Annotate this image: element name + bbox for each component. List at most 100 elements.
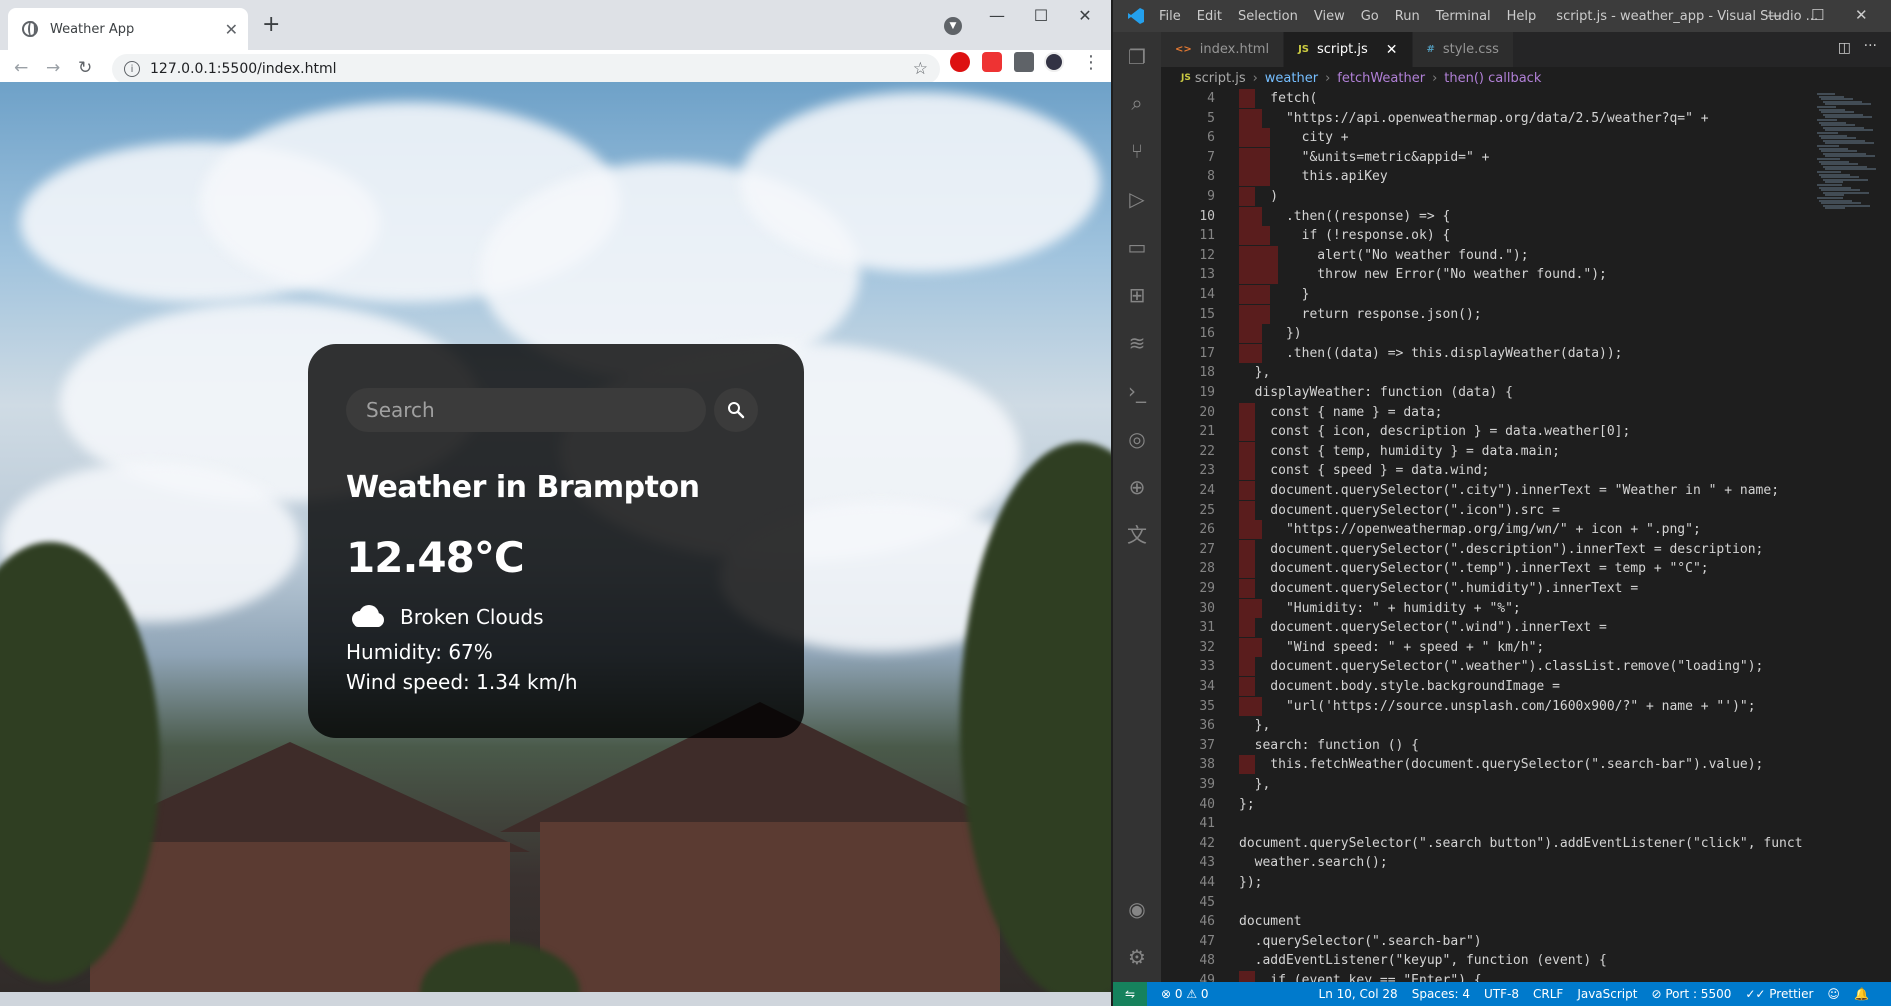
code-line[interactable]: 29 document.querySelector(".humidity").i…	[1161, 579, 1841, 598]
code-editor[interactable]: 4 fetch(5 "https://api.openweathermap.or…	[1161, 89, 1891, 982]
breadcrumb-item[interactable]: script.js	[1195, 71, 1246, 86]
code-line[interactable]: 39 },	[1161, 775, 1841, 794]
tab-style-css[interactable]: # style.css	[1412, 32, 1514, 67]
code-line[interactable]: 25 document.querySelector(".icon").src =	[1161, 500, 1841, 520]
code-line[interactable]: 44});	[1161, 873, 1841, 892]
encoding[interactable]: UTF-8	[1484, 987, 1519, 1001]
menu-terminal[interactable]: Terminal	[1436, 9, 1491, 24]
docker-icon[interactable]: ≋	[1126, 332, 1148, 354]
split-editor-icon[interactable]: ◫	[1838, 40, 1851, 56]
code-line[interactable]: 19 displayWeather: function (data) {	[1161, 383, 1841, 402]
more-actions-icon[interactable]: ···	[1864, 38, 1877, 54]
indentation[interactable]: Spaces: 4	[1412, 987, 1470, 1001]
code-line[interactable]: 13 throw new Error("No weather found.");	[1161, 265, 1841, 285]
code-line[interactable]: 34 document.body.style.backgroundImage =	[1161, 677, 1841, 696]
code-line[interactable]: 49 if (event.key == "Enter") {	[1161, 971, 1841, 982]
code-line[interactable]: 10 .then((response) => {	[1161, 206, 1841, 226]
account-icon[interactable]: ◉	[1126, 898, 1148, 920]
code-line[interactable]: 43 weather.search();	[1161, 853, 1841, 872]
code-line[interactable]: 6 city +	[1161, 128, 1841, 148]
breadcrumb-item[interactable]: fetchWeather	[1337, 71, 1425, 86]
code-line[interactable]: 45	[1161, 893, 1841, 912]
vscode-minimize-button[interactable]: —	[1767, 6, 1782, 24]
code-line[interactable]: 18 },	[1161, 363, 1841, 382]
explorer-icon[interactable]: ❐	[1126, 46, 1148, 68]
close-tab-icon[interactable]: ✕	[1386, 42, 1398, 58]
vscode-maximize-button[interactable]: ☐	[1811, 6, 1824, 24]
problems-indicator[interactable]: ⊗ 0 ⚠ 0	[1161, 987, 1209, 1001]
browser-menu-icon[interactable]: ⋮	[1082, 52, 1100, 73]
code-line[interactable]: 12 alert("No weather found.");	[1161, 245, 1841, 265]
menu-run[interactable]: Run	[1395, 9, 1420, 24]
code-line[interactable]: 23 const { speed } = data.wind;	[1161, 461, 1841, 481]
minimap[interactable]	[1811, 89, 1891, 289]
live-server-port[interactable]: ⊘ Port : 5500	[1651, 987, 1731, 1001]
remote-explorer-icon[interactable]: ▭	[1126, 236, 1148, 258]
remote-indicator-icon[interactable]: ⇋	[1113, 982, 1147, 1006]
vscode-close-button[interactable]: ✕	[1855, 6, 1868, 24]
tab-search-icon[interactable]: ▼	[944, 17, 962, 35]
code-line[interactable]: 4 fetch(	[1161, 89, 1841, 108]
code-line[interactable]: 41	[1161, 814, 1841, 833]
breadcrumb-item[interactable]: weather	[1265, 71, 1318, 86]
code-line[interactable]: 16 })	[1161, 324, 1841, 344]
code-line[interactable]: 32 "Wind speed: " + speed + " km/h";	[1161, 637, 1841, 657]
code-line[interactable]: 14 }	[1161, 285, 1841, 304]
search-input[interactable]	[346, 388, 706, 432]
puzzle-extensions-icon[interactable]	[1014, 52, 1034, 72]
code-line[interactable]: 26 "https://openweathermap.org/img/wn/" …	[1161, 520, 1841, 540]
menu-file[interactable]: File	[1159, 9, 1181, 24]
git-graph-icon[interactable]: ◎	[1126, 428, 1148, 450]
prettier-status[interactable]: ✓✓ Prettier	[1745, 987, 1813, 1001]
menu-edit[interactable]: Edit	[1197, 9, 1222, 24]
back-icon[interactable]: ←	[14, 58, 28, 78]
code-line[interactable]: 21 const { icon, description } = data.we…	[1161, 422, 1841, 442]
browser-tab-weather-app[interactable]: Weather App ✕	[8, 8, 248, 50]
code-line[interactable]: 35 "url('https://source.unsplash.com/160…	[1161, 696, 1841, 716]
code-line[interactable]: 30 "Humidity: " + humidity + "%";	[1161, 598, 1841, 618]
source-control-icon[interactable]: ⑂	[1126, 140, 1148, 162]
translate-icon[interactable]: 文	[1126, 524, 1148, 546]
breadcrumb-item[interactable]: then() callback	[1444, 71, 1541, 86]
code-line[interactable]: 7 "&units=metric&appid=" +	[1161, 147, 1841, 167]
close-tab-icon[interactable]: ✕	[225, 20, 238, 39]
menu-help[interactable]: Help	[1507, 9, 1537, 24]
code-line[interactable]: 46 document	[1161, 912, 1841, 931]
feedback-icon[interactable]: ☺	[1827, 987, 1840, 1001]
run-debug-icon[interactable]: ▷	[1126, 188, 1148, 210]
new-tab-button[interactable]: +	[262, 12, 280, 37]
code-line[interactable]: 5 "https://api.openweathermap.org/data/2…	[1161, 108, 1841, 128]
reload-icon[interactable]: ↻	[78, 58, 92, 78]
code-line[interactable]: 38 this.fetchWeather(document.querySelec…	[1161, 755, 1841, 775]
forward-icon[interactable]: →	[46, 58, 60, 78]
bookmark-star-icon[interactable]: ☆	[913, 59, 928, 79]
code-line[interactable]: 42 document.querySelector(".search button…	[1161, 834, 1841, 853]
code-line[interactable]: 9 )	[1161, 187, 1841, 206]
menu-view[interactable]: View	[1314, 9, 1345, 24]
language-mode[interactable]: JavaScript	[1577, 987, 1637, 1001]
shield-extension-icon[interactable]	[982, 52, 1002, 72]
code-line[interactable]: 27 document.querySelector(".description"…	[1161, 539, 1841, 559]
end-of-line[interactable]: CRLF	[1533, 987, 1563, 1001]
profile-avatar[interactable]	[1044, 52, 1064, 72]
code-line[interactable]: 48 .addEventListener("keyup", function (…	[1161, 951, 1841, 970]
maximize-button[interactable]: ☐	[1024, 6, 1058, 25]
site-info-icon[interactable]: i	[124, 61, 140, 77]
code-line[interactable]: 20 const { name } = data;	[1161, 402, 1841, 422]
close-window-button[interactable]: ✕	[1068, 6, 1102, 25]
menu-selection[interactable]: Selection	[1238, 9, 1298, 24]
extensions-icon[interactable]: ⊞	[1126, 284, 1148, 306]
tab-index-html[interactable]: <> index.html	[1161, 32, 1285, 67]
notifications-bell-icon[interactable]: 🔔	[1854, 987, 1869, 1001]
code-line[interactable]: 28 document.querySelector(".temp").inner…	[1161, 559, 1841, 579]
address-bar[interactable]: i 127.0.0.1:5500/index.html ☆	[112, 54, 940, 84]
minimize-button[interactable]: —	[980, 6, 1014, 25]
code-line[interactable]: 8 this.apiKey	[1161, 167, 1841, 187]
settings-gear-icon[interactable]: ⚙	[1126, 946, 1148, 968]
code-line[interactable]: 17 .then((data) => this.displayWeather(d…	[1161, 343, 1841, 363]
code-line[interactable]: 24 document.querySelector(".city").inner…	[1161, 481, 1841, 500]
code-line[interactable]: 33 document.querySelector(".weather").cl…	[1161, 657, 1841, 677]
live-share-icon[interactable]: ⊕	[1126, 476, 1148, 498]
code-line[interactable]: 40};	[1161, 795, 1841, 814]
code-line[interactable]: 47 .querySelector(".search-bar")	[1161, 932, 1841, 951]
